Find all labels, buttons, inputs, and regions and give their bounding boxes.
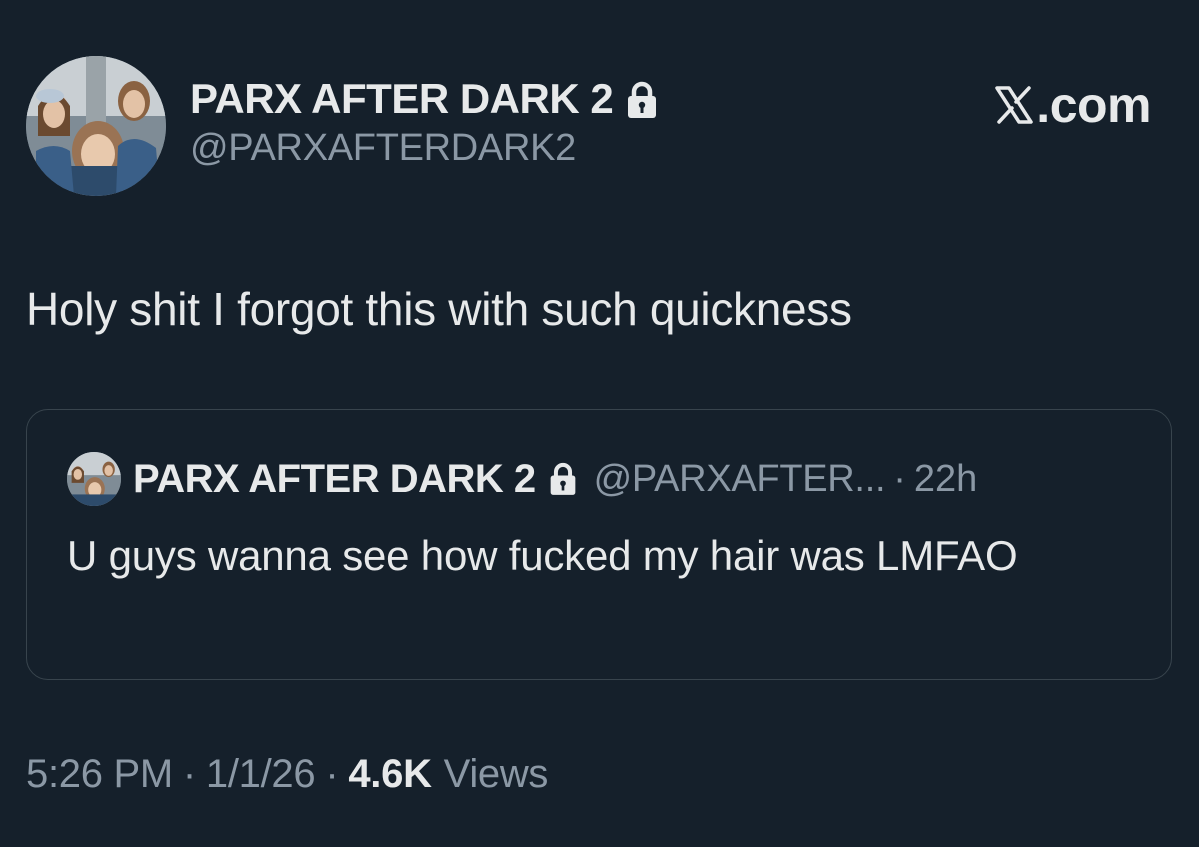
meta-separator: · [182, 752, 196, 796]
quote-author-handle[interactable]: @PARXAFTER... [594, 458, 886, 501]
quote-timestamp[interactable]: 22h [914, 458, 977, 501]
x-logo-icon [995, 86, 1034, 124]
author-name-text: PARX AFTER DARK 2 [190, 75, 614, 123]
author-display-name[interactable]: PARX AFTER DARK 2 [190, 76, 659, 122]
meta-separator: · [325, 752, 339, 796]
watermark-label: .com [1036, 77, 1151, 133]
views-label: Views [443, 752, 549, 796]
quote-separator: · [893, 457, 906, 500]
quoted-tweet[interactable]: PARX AFTER DARK 2 @PARXAFTER... · 22h U … [26, 409, 1172, 680]
views-count: 4.6K [348, 752, 432, 796]
lock-icon [550, 462, 575, 495]
tweet-text: Holy shit I forgot this with such quickn… [26, 283, 852, 335]
tweet-meta: 5:26 PM · 1/1/26 · 4.6K Views [26, 752, 548, 797]
x-watermark: .com [994, 76, 1151, 134]
quote-author-avatar[interactable] [67, 452, 121, 506]
quote-text: U guys wanna see how fucked my hair was … [67, 532, 1018, 579]
tweet-time[interactable]: 5:26 PM [26, 752, 173, 797]
quote-author-display-name[interactable]: PARX AFTER DARK 2 [133, 457, 536, 502]
tweet-header: PARX AFTER DARK 2 @PARXAFTERDARK2 [26, 56, 659, 196]
lock-icon [628, 81, 657, 118]
author-handle[interactable]: @PARXAFTERDARK2 [190, 127, 659, 170]
tweet-date[interactable]: 1/1/26 [206, 752, 316, 797]
quote-header: PARX AFTER DARK 2 @PARXAFTER... · 22h [67, 452, 977, 506]
author-avatar[interactable] [26, 56, 166, 196]
